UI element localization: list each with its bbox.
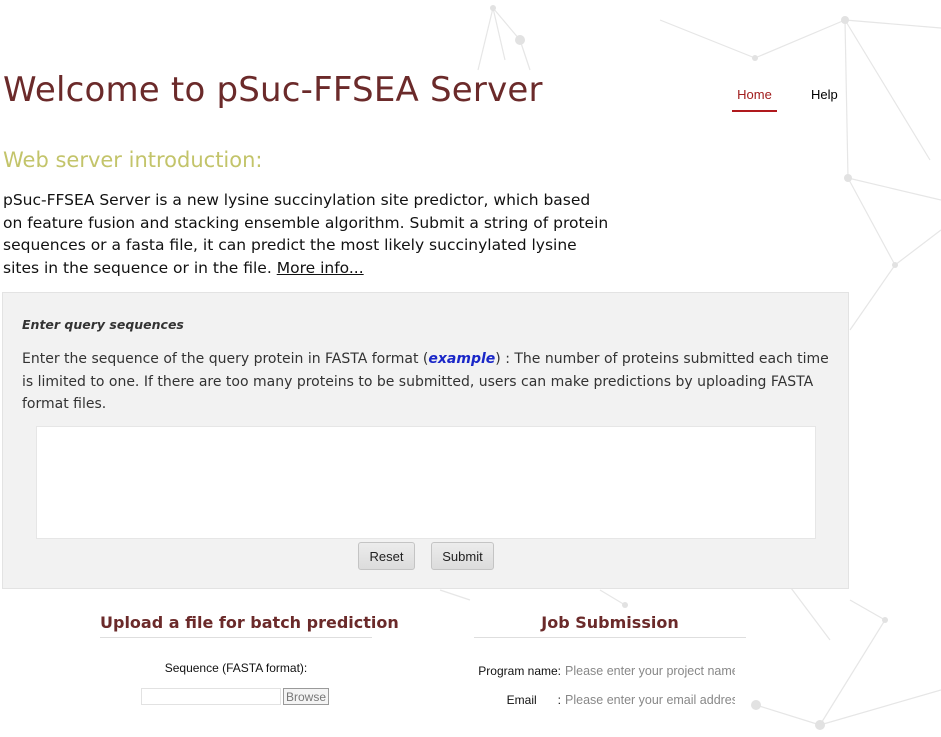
nav-home-link[interactable]: Home bbox=[732, 86, 777, 112]
query-sequence-panel: Enter query sequences Enter the sequence… bbox=[2, 292, 849, 589]
email-label: Email bbox=[506, 693, 537, 707]
example-link[interactable]: example bbox=[428, 351, 495, 367]
query-desc-before: Enter the sequence of the query protein … bbox=[22, 351, 429, 367]
intro-paragraph: pSuc-FFSEA Server is a new lysine succin… bbox=[3, 189, 613, 279]
site-title: Welcome to pSuc-FFSEA Server bbox=[3, 70, 543, 110]
file-upload-row: Browse bbox=[141, 688, 329, 705]
submit-button[interactable]: Submit bbox=[431, 542, 494, 570]
more-info-link[interactable]: More info... bbox=[277, 259, 364, 277]
top-nav: Home Help bbox=[732, 86, 838, 112]
email-label-group: Email : bbox=[474, 693, 561, 707]
email-input[interactable] bbox=[565, 690, 735, 710]
email-colon: : bbox=[557, 693, 561, 707]
job-submission-heading: Job Submission bbox=[474, 613, 746, 638]
intro-heading: Web server introduction: bbox=[3, 148, 263, 172]
upload-heading: Upload a file for batch prediction bbox=[100, 613, 399, 638]
query-panel-title: Enter query sequences bbox=[22, 317, 184, 332]
program-name-input[interactable] bbox=[565, 661, 735, 681]
program-name-label: Program name: bbox=[478, 664, 561, 678]
nav-help-link[interactable]: Help bbox=[811, 86, 838, 112]
file-path-field[interactable] bbox=[141, 688, 281, 705]
program-name-row: Program name: bbox=[474, 661, 735, 681]
fasta-file-label: Sequence (FASTA format): bbox=[164, 661, 308, 675]
email-row: Email : bbox=[474, 690, 735, 710]
sequence-textarea[interactable] bbox=[36, 426, 816, 539]
reset-button[interactable]: Reset bbox=[358, 542, 415, 570]
browse-button[interactable]: Browse bbox=[283, 688, 329, 705]
query-description: Enter the sequence of the query protein … bbox=[22, 348, 832, 416]
